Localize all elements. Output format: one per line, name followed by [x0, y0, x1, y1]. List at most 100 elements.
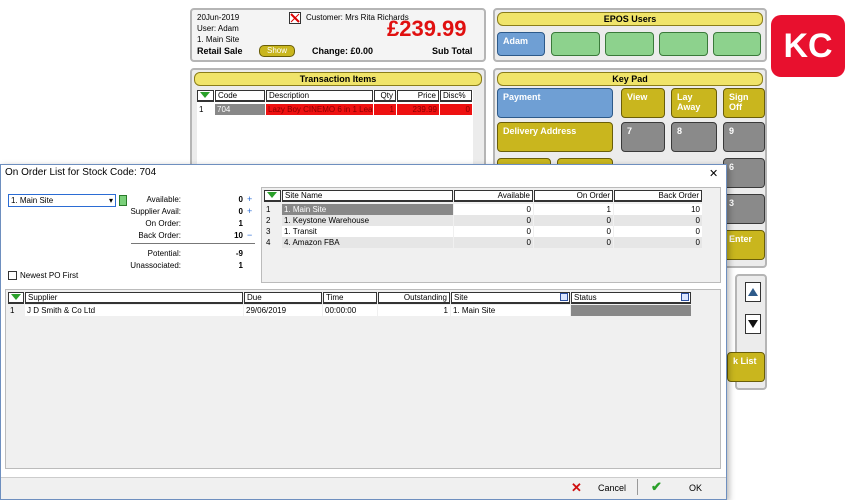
po-row-n: 1: [10, 306, 15, 315]
site-row-n: 1: [266, 205, 271, 214]
col-code[interactable]: Code: [215, 90, 265, 102]
key-8[interactable]: 8: [671, 122, 717, 152]
site-row-name[interactable]: 4. Amazon FBA: [282, 237, 453, 248]
po-row-outstanding[interactable]: 1: [378, 305, 450, 316]
col-status[interactable]: Status: [571, 292, 691, 304]
stat-potential-label: Potential:: [147, 249, 181, 258]
row-price[interactable]: 239.99: [397, 104, 439, 115]
col-disc[interactable]: Disc%: [440, 90, 472, 102]
site-row-n: 3: [266, 227, 271, 236]
col-qty[interactable]: Qty: [374, 90, 396, 102]
site-row-onorder[interactable]: 0: [534, 226, 613, 237]
site-row-n: 2: [266, 216, 271, 225]
col-time[interactable]: Time: [323, 292, 377, 304]
subtotal-label: Sub Total: [432, 46, 473, 56]
user-button-adam[interactable]: Adam: [497, 32, 545, 56]
po-row-supplier[interactable]: J D Smith & Co Ltd: [25, 305, 243, 316]
kc-logo: KC: [771, 15, 845, 77]
po-row-site[interactable]: 1. Main Site: [451, 305, 570, 316]
lay-away-button[interactable]: Lay Away: [671, 88, 717, 118]
filter-toggle[interactable]: [197, 90, 214, 102]
status-filter-icon[interactable]: [681, 293, 689, 301]
site-row-available[interactable]: 0: [454, 226, 533, 237]
sale-total: £239.99: [387, 16, 467, 41]
col-site-backorder[interactable]: Back Order: [614, 190, 702, 202]
show-button[interactable]: Show: [259, 45, 295, 57]
scroll-up-button[interactable]: [745, 282, 761, 302]
payment-button[interactable]: Payment: [497, 88, 613, 118]
site-row-available[interactable]: 0: [454, 204, 533, 215]
site-row-onorder[interactable]: 0: [534, 215, 613, 226]
site-row-backorder[interactable]: 0: [614, 215, 702, 226]
site-row-backorder[interactable]: 0: [614, 226, 702, 237]
key-9[interactable]: 9: [723, 122, 765, 152]
user-button-empty-1[interactable]: [551, 32, 600, 56]
user-button-empty-3[interactable]: [659, 32, 708, 56]
dialog-close-icon[interactable]: ✕: [709, 167, 718, 180]
stat-potential-value: -9: [235, 249, 243, 258]
site-row-onorder[interactable]: 0: [534, 237, 613, 248]
cancel-icon[interactable]: ✕: [571, 480, 582, 496]
site-filter-toggle[interactable]: [264, 190, 281, 202]
col-due[interactable]: Due: [244, 292, 322, 304]
transaction-panel: Transaction Items Code Description Qty P…: [190, 68, 486, 168]
row-disc[interactable]: 0: [440, 104, 472, 115]
site-row-name[interactable]: 1. Main Site: [282, 204, 453, 215]
stat-supplier-value: 0: [238, 207, 243, 216]
stat-unassociated-label: Unassociated:: [130, 261, 181, 270]
enter-button[interactable]: Enter: [723, 230, 765, 260]
user-button-empty-2[interactable]: [605, 32, 654, 56]
row-qty[interactable]: 1: [374, 104, 396, 115]
key-3[interactable]: 3: [723, 194, 765, 224]
backorder-minus-icon[interactable]: −: [247, 230, 252, 240]
sale-site: 1. Main Site: [197, 35, 240, 44]
col-site-available[interactable]: Available: [454, 190, 533, 202]
ok-icon[interactable]: ✔: [651, 479, 662, 495]
list-button[interactable]: k List: [727, 352, 765, 382]
change-text: Change: £0.00: [312, 46, 374, 56]
transaction-title: Transaction Items: [194, 72, 482, 86]
col-site-onorder[interactable]: On Order: [534, 190, 613, 202]
site-row-onorder[interactable]: 1: [534, 204, 613, 215]
row-code[interactable]: 704: [215, 104, 265, 115]
stat-available-value: 0: [238, 195, 243, 204]
site-row-available[interactable]: 0: [454, 237, 533, 248]
stat-supplier-label: Supplier Avail:: [130, 207, 181, 216]
col-supplier[interactable]: Supplier: [25, 292, 243, 304]
cancel-button[interactable]: Cancel: [598, 483, 626, 493]
delivery-address-button[interactable]: Delivery Address: [497, 122, 613, 152]
filter-icon: [200, 92, 210, 98]
col-outstanding[interactable]: Outstanding: [378, 292, 450, 304]
site-row-backorder[interactable]: 0: [614, 237, 702, 248]
site-row-name[interactable]: 1. Keystone Warehouse: [282, 215, 453, 226]
col-price[interactable]: Price: [397, 90, 439, 102]
po-row-time[interactable]: 00:00:00: [323, 305, 377, 316]
site-row-name[interactable]: 1. Transit: [282, 226, 453, 237]
supplier-plus-icon[interactable]: +: [247, 206, 252, 216]
row-description[interactable]: Lazy Boy CINEMO 6 in 1 Lea: [266, 104, 373, 115]
col-site-name[interactable]: Site Name: [282, 190, 453, 202]
site-filter-icon[interactable]: [560, 293, 568, 301]
ok-button[interactable]: OK: [689, 483, 702, 493]
available-plus-icon[interactable]: +: [247, 194, 252, 204]
po-row-status[interactable]: [571, 305, 691, 316]
site-row-available[interactable]: 0: [454, 215, 533, 226]
po-row-due[interactable]: 29/06/2019: [244, 305, 322, 316]
epos-users-panel: EPOS Users Adam: [493, 8, 767, 62]
site-row-backorder[interactable]: 10: [614, 204, 702, 215]
site-row-n: 4: [266, 238, 271, 247]
view-button[interactable]: View: [621, 88, 665, 118]
customer-icon[interactable]: [289, 12, 301, 24]
key-7[interactable]: 7: [621, 122, 665, 152]
col-po-site[interactable]: Site: [451, 292, 570, 304]
po-filter-icon: [11, 294, 21, 300]
user-button-empty-4[interactable]: [713, 32, 761, 56]
po-filter-toggle[interactable]: [8, 292, 24, 304]
newest-po-checkbox[interactable]: [8, 271, 17, 280]
row-number: 1: [199, 105, 204, 114]
sign-off-button[interactable]: Sign Off: [723, 88, 765, 118]
scroll-down-button[interactable]: [745, 314, 761, 334]
col-description[interactable]: Description: [266, 90, 373, 102]
key-6[interactable]: 6: [723, 158, 765, 188]
stat-backorder-value: 10: [234, 231, 243, 240]
